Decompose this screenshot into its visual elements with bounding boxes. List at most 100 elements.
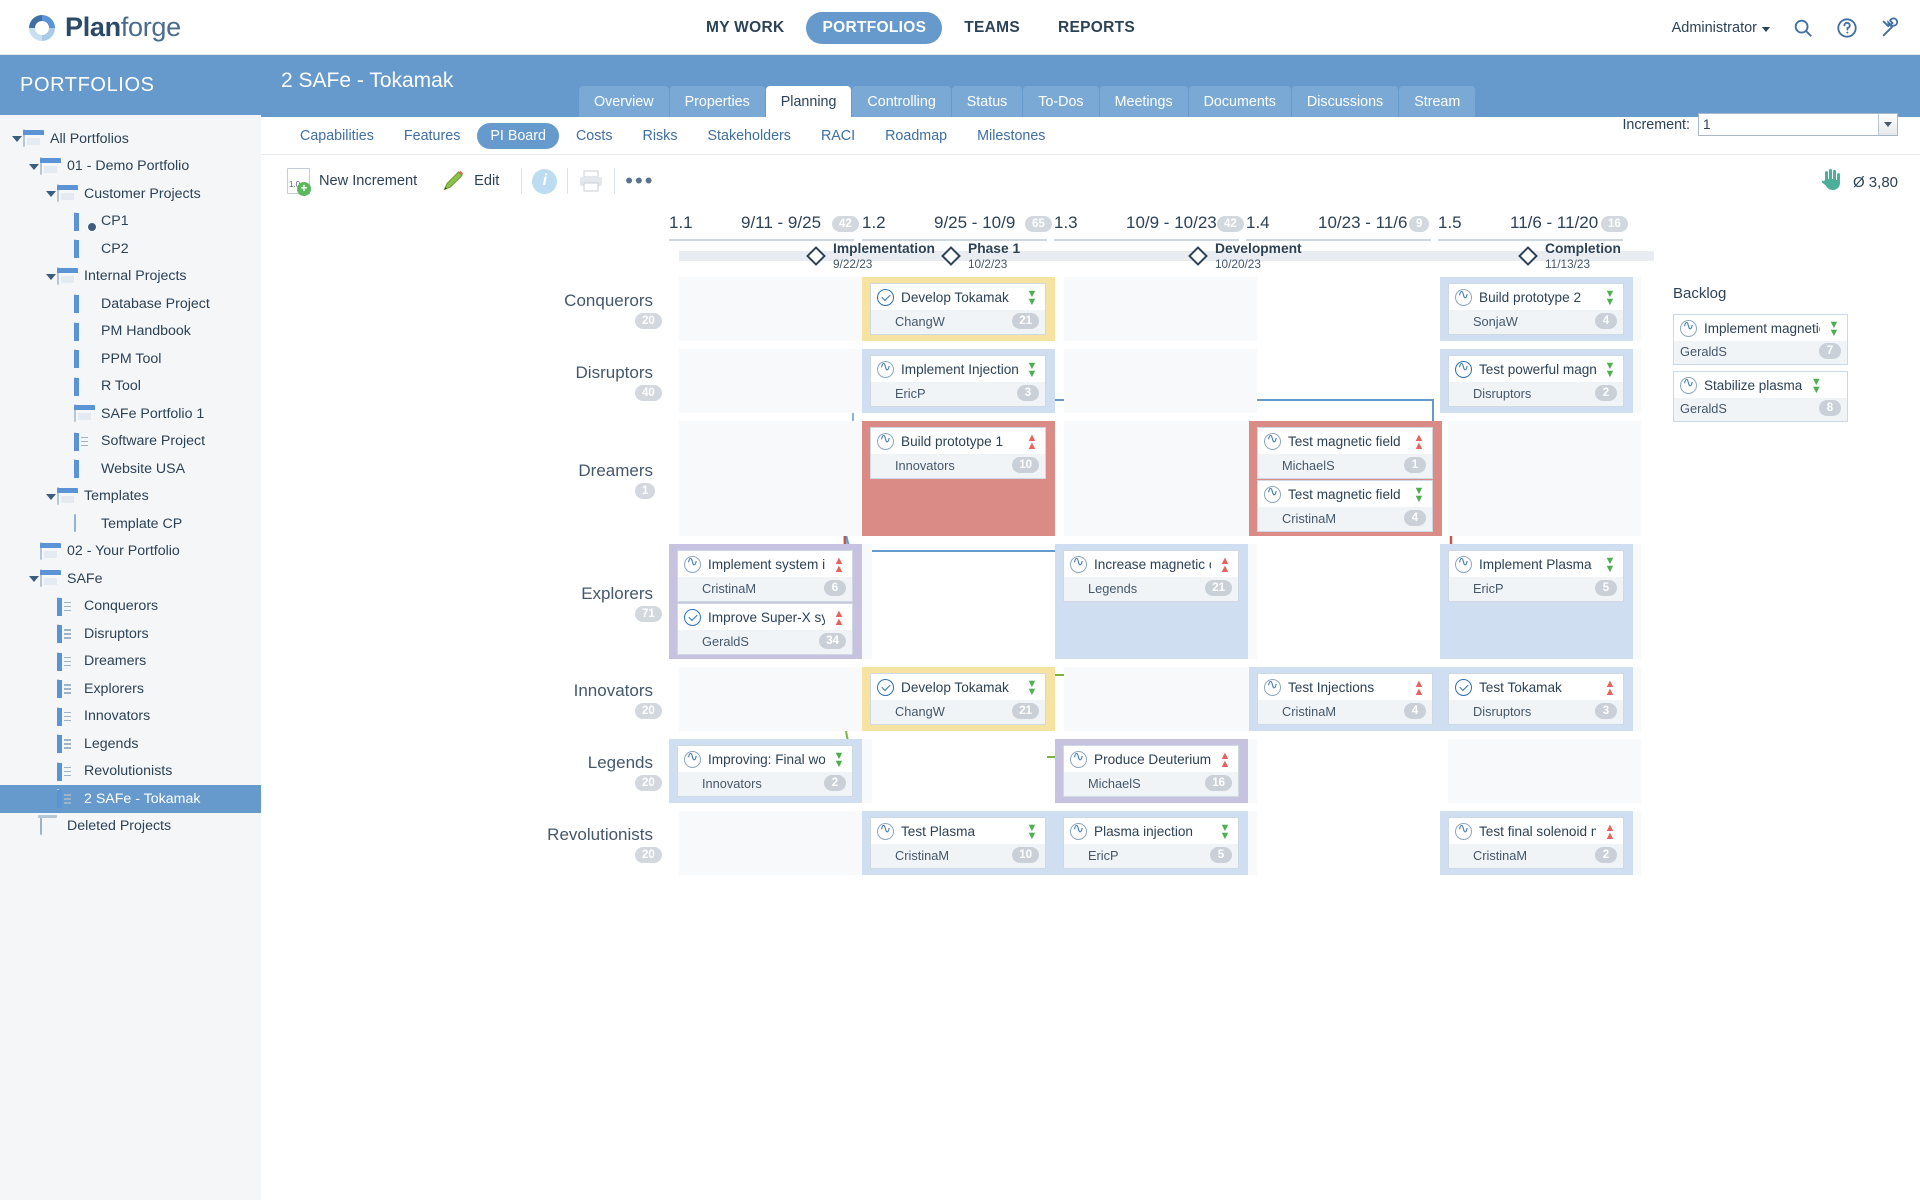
subtab-milestones[interactable]: Milestones <box>964 123 1058 149</box>
tab-overview[interactable]: Overview <box>579 86 669 117</box>
tab-planning[interactable]: Planning <box>765 86 852 117</box>
board-cell[interactable] <box>1256 739 1449 803</box>
backlog-card[interactable]: Stabilize plasma ▼▼ GeraldS 8 <box>1673 371 1848 422</box>
tools-icon[interactable] <box>1880 16 1902 39</box>
board-cell[interactable] <box>679 349 872 413</box>
board-cell[interactable] <box>1448 421 1641 536</box>
nav-teams[interactable]: TEAMS <box>948 12 1036 44</box>
sidebar-item-ppm-tool[interactable]: PPM Tool <box>0 345 261 373</box>
sidebar-item-2-safe-tokamak[interactable]: 2 SAFe - Tokamak <box>0 785 261 813</box>
feature-card[interactable]: Test magnetic field › ▼▼ CristinaM 4 <box>1257 480 1433 532</box>
tab-controlling[interactable]: Controlling <box>852 86 951 117</box>
tab-documents[interactable]: Documents <box>1188 86 1291 117</box>
nav-reports[interactable]: REPORTS <box>1042 12 1151 44</box>
feature-card[interactable]: Develop Tokamak ▼ ▼ ChangW 21 <box>870 673 1046 725</box>
board-cell[interactable] <box>1064 667 1257 731</box>
tab-status[interactable]: Status <box>951 86 1023 117</box>
sidebar-item-database-project[interactable]: Database Project <box>0 290 261 318</box>
board-cell[interactable] <box>872 544 1065 659</box>
brand-logo[interactable]: Planforge <box>26 12 181 43</box>
feature-card[interactable]: Implement Plasma ▼▼ EricP 5 <box>1448 550 1624 602</box>
feature-card[interactable]: Develop Tokamak ▼ ▼ ChangW 21 <box>870 283 1046 335</box>
feature-card[interactable]: Test powerful magne ▼▼ Disruptors 2 <box>1448 355 1624 407</box>
more-options-icon[interactable]: ••• <box>625 168 654 194</box>
board-cell[interactable] <box>679 667 872 731</box>
twisty-expanded-icon[interactable] <box>27 160 40 173</box>
feature-card[interactable]: Build prototype 2 ▼▼ SonjaW 4 <box>1448 283 1624 335</box>
board-cell[interactable] <box>872 739 1065 803</box>
sidebar-item-pm-handbook[interactable]: PM Handbook <box>0 318 261 346</box>
subtab-features[interactable]: Features <box>391 123 473 149</box>
search-icon[interactable] <box>1792 17 1814 39</box>
sidebar-item-dreamers[interactable]: Dreamers <box>0 648 261 676</box>
board-cell[interactable] <box>1256 349 1449 413</box>
sidebar-item-safe-portfolio-1[interactable]: SAFe Portfolio 1 <box>0 400 261 428</box>
board-cell[interactable] <box>1064 421 1257 536</box>
sidebar-item-01-demo-portfolio[interactable]: 01 - Demo Portfolio <box>0 153 261 181</box>
feature-card[interactable]: Test Plasma ▼▼ CristinaM 10 <box>870 817 1046 869</box>
feature-card[interactable]: Build prototype 1 ▲▲ Innovators 10 <box>870 427 1046 479</box>
subtab-pi-board[interactable]: PI Board <box>477 122 559 149</box>
feature-card[interactable]: Implement Injections ▼▼ EricP 3 <box>870 355 1046 407</box>
sidebar-item-website-usa[interactable]: Website USA <box>0 455 261 483</box>
subtab-roadmap[interactable]: Roadmap <box>872 123 960 149</box>
subtab-capabilities[interactable]: Capabilities <box>287 123 387 149</box>
board-cell[interactable] <box>1064 277 1257 341</box>
twisty-expanded-icon[interactable] <box>27 572 40 585</box>
print-icon[interactable] <box>578 170 604 192</box>
sidebar-item-disruptors[interactable]: Disruptors <box>0 620 261 648</box>
tab-properties[interactable]: Properties <box>669 86 765 117</box>
sidebar-item-innovators[interactable]: Innovators <box>0 703 261 731</box>
chevron-down-icon[interactable] <box>1878 114 1897 135</box>
sidebar-item-safe[interactable]: SAFe <box>0 565 261 593</box>
board-cell[interactable] <box>1256 811 1449 875</box>
sidebar-item-revolutionists[interactable]: Revolutionists <box>0 758 261 786</box>
sidebar-item-explorers[interactable]: Explorers <box>0 675 261 703</box>
tab-stream[interactable]: Stream <box>1399 86 1476 117</box>
tab-to-dos[interactable]: To-Dos <box>1023 86 1099 117</box>
feature-card[interactable]: Plasma injection ▼▼ EricP 5 <box>1063 817 1239 869</box>
help-icon[interactable] <box>1836 17 1858 39</box>
sidebar-item-templates[interactable]: Templates <box>0 483 261 511</box>
sidebar-item-cp2[interactable]: CP2 <box>0 235 261 263</box>
feature-card[interactable]: Improve Super-X sy ▲ ▲ GeraldS 34 <box>677 603 853 655</box>
board-cell[interactable] <box>1256 277 1449 341</box>
board-cell[interactable] <box>1256 544 1449 659</box>
twisty-expanded-icon[interactable] <box>44 270 57 283</box>
subtab-risks[interactable]: Risks <box>630 123 691 149</box>
feature-card[interactable]: Test Injections ▲▲ CristinaM 4 <box>1257 673 1433 725</box>
feature-card[interactable]: Improving: Final wor ▼▼ Innovators 2 <box>677 745 853 797</box>
user-menu[interactable]: Administrator <box>1672 20 1770 36</box>
nav-my-work[interactable]: MY WORK <box>690 12 800 44</box>
edit-button[interactable]: Edit <box>429 165 511 197</box>
sidebar-item-customer-projects[interactable]: Customer Projects <box>0 180 261 208</box>
board-cell[interactable] <box>679 277 872 341</box>
sidebar-item-deleted-projects[interactable]: Deleted Projects <box>0 813 261 841</box>
sidebar-item-r-tool[interactable]: R Tool <box>0 373 261 401</box>
feature-card[interactable]: Test Tokamak ▲ ▲ Disruptors 3 <box>1448 673 1624 725</box>
backlog-card[interactable]: Implement magnetic ▼▼ GeraldS 7 <box>1673 314 1848 365</box>
feature-card[interactable]: Increase magnetic c ▲▲ Legends 21 <box>1063 550 1239 602</box>
feature-card[interactable]: Implement system in ▲▲ CristinaM 6 <box>677 550 853 602</box>
sidebar-item-legends[interactable]: Legends <box>0 730 261 758</box>
subtab-raci[interactable]: RACI <box>808 123 868 149</box>
twisty-expanded-icon[interactable] <box>44 490 57 503</box>
subtab-costs[interactable]: Costs <box>563 123 626 149</box>
board-cell[interactable] <box>1448 739 1641 803</box>
new-increment-button[interactable]: 1.0 + New Increment <box>275 164 429 198</box>
feature-card[interactable]: Test final solenoid m ▲▲ CristinaM 2 <box>1448 817 1624 869</box>
sidebar-item-cp1[interactable]: CP1 <box>0 208 261 236</box>
board-cell[interactable] <box>679 811 872 875</box>
twisty-expanded-icon[interactable] <box>44 187 57 200</box>
tab-meetings[interactable]: Meetings <box>1099 86 1188 117</box>
feature-card[interactable]: Test magnetic field › ▲▲ MichaelS 1 <box>1257 427 1433 479</box>
sidebar-item-software-project[interactable]: Software Project <box>0 428 261 456</box>
subtab-stakeholders[interactable]: Stakeholders <box>694 123 803 149</box>
sidebar-item-template-cp[interactable]: Template CP <box>0 510 261 538</box>
tab-discussions[interactable]: Discussions <box>1291 86 1399 117</box>
info-icon[interactable]: i <box>532 168 558 194</box>
sidebar-item-02-your-portfolio[interactable]: 02 - Your Portfolio <box>0 538 261 566</box>
sidebar-item-internal-projects[interactable]: Internal Projects <box>0 263 261 291</box>
nav-portfolios[interactable]: PORTFOLIOS <box>806 11 943 44</box>
board-cell[interactable] <box>1064 349 1257 413</box>
